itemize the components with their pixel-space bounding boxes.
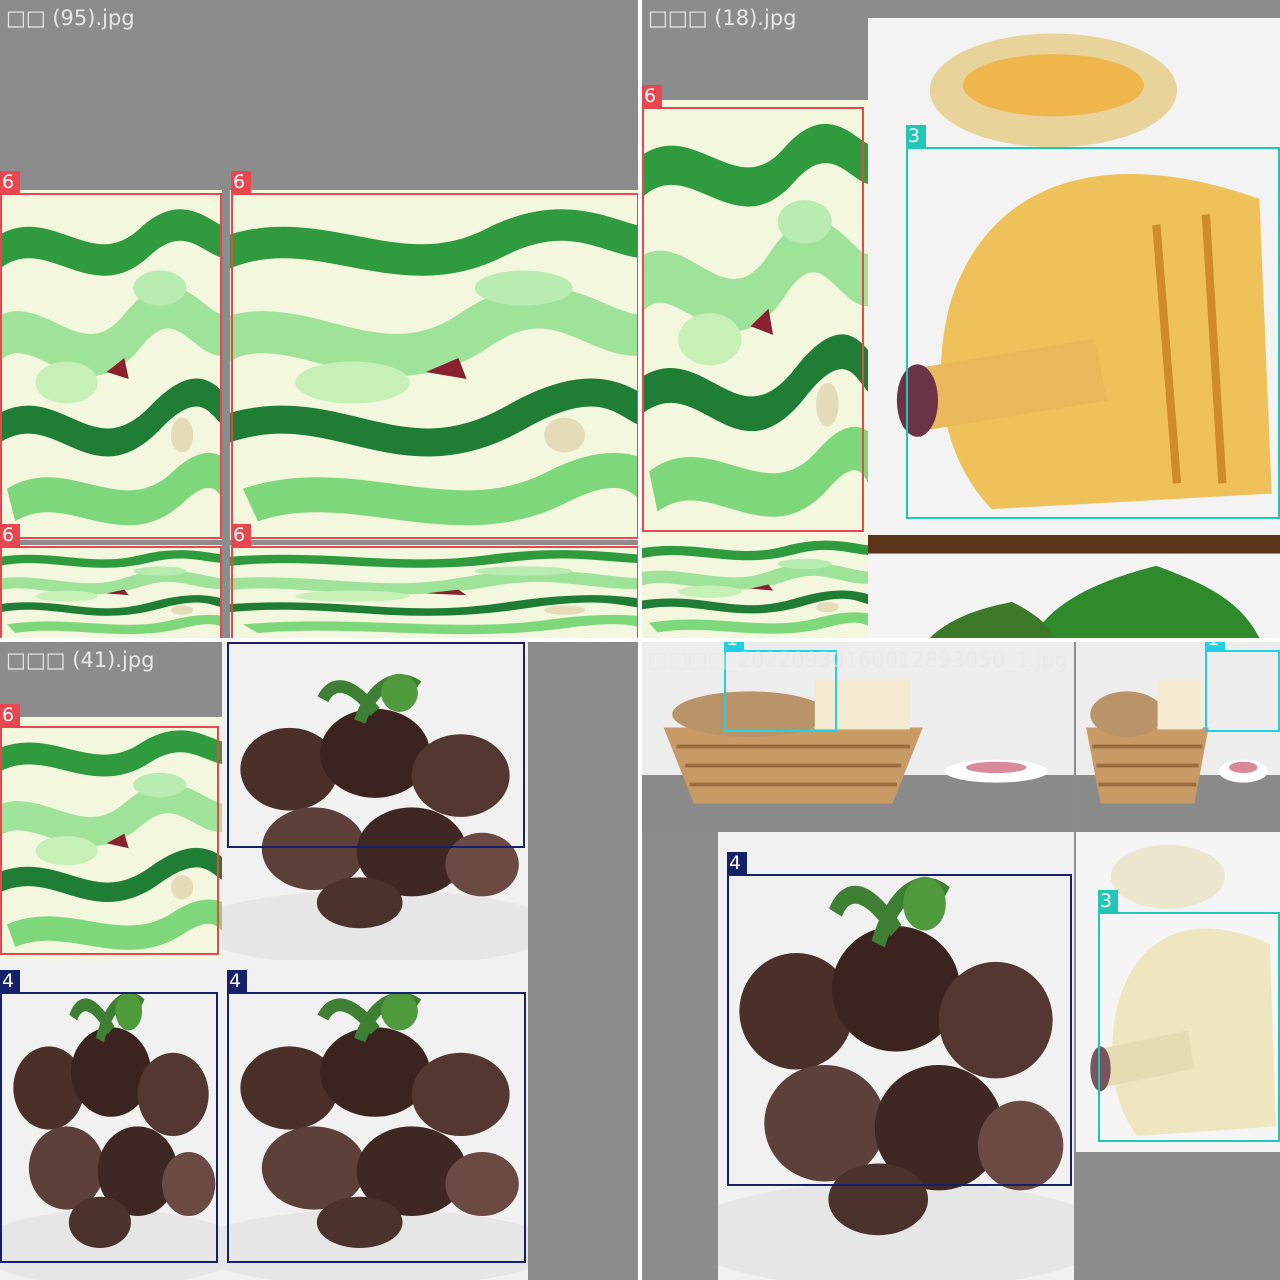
class-label: 6 [231, 171, 251, 193]
class-label: 6 [0, 171, 20, 193]
bounding-box: 6 [0, 524, 222, 638]
image-filename: □□□ (41).jpg [6, 648, 155, 672]
class-label: 6 [642, 85, 662, 107]
bounding-box: 4 [227, 970, 526, 1263]
bounding-box: 6 [231, 171, 638, 539]
mosaic-panel: □□□ (41).jpg 6 4 4 4 [0, 642, 638, 1280]
class-label: 6 [0, 524, 20, 546]
bounding-box: 4 [727, 852, 1072, 1186]
class-label: 3 [1098, 890, 1118, 912]
class-label: 6 [231, 524, 251, 546]
class-label: 4 [0, 970, 20, 992]
class-label: 4 [227, 642, 247, 644]
image-tile [868, 535, 1280, 638]
image-filename: □□□□_20220930160012893050_1.jpg [648, 648, 1069, 672]
image-tile [642, 535, 868, 638]
image-filename: □□□ (18).jpg [648, 6, 797, 30]
bounding-box: 1 [1205, 642, 1280, 732]
mosaic-panel: □□□ (18).jpg 6 3 [642, 0, 1280, 638]
bounding-box: 6 [0, 704, 219, 955]
mosaic-panel: □□ (95).jpg 6 6 6 6 [0, 0, 638, 638]
bounding-box: 6 [0, 171, 222, 539]
class-label: 4 [227, 970, 247, 992]
class-label: 4 [727, 852, 747, 874]
class-label: 3 [906, 125, 926, 147]
image-filename: □□ (95).jpg [6, 6, 135, 30]
bounding-box: 4 [0, 970, 218, 1263]
bounding-box: 6 [231, 524, 638, 638]
bounding-box: 3 [906, 125, 1280, 519]
bounding-box: 3 [1098, 890, 1280, 1142]
mosaic-panel: □□□□_20220930160012893050_1.jpg 1 1 4 3 [642, 642, 1280, 1280]
class-label: 1 [1205, 642, 1225, 650]
class-label: 6 [0, 704, 20, 726]
bounding-box: 6 [642, 85, 864, 532]
bounding-box: 4 [227, 642, 525, 848]
